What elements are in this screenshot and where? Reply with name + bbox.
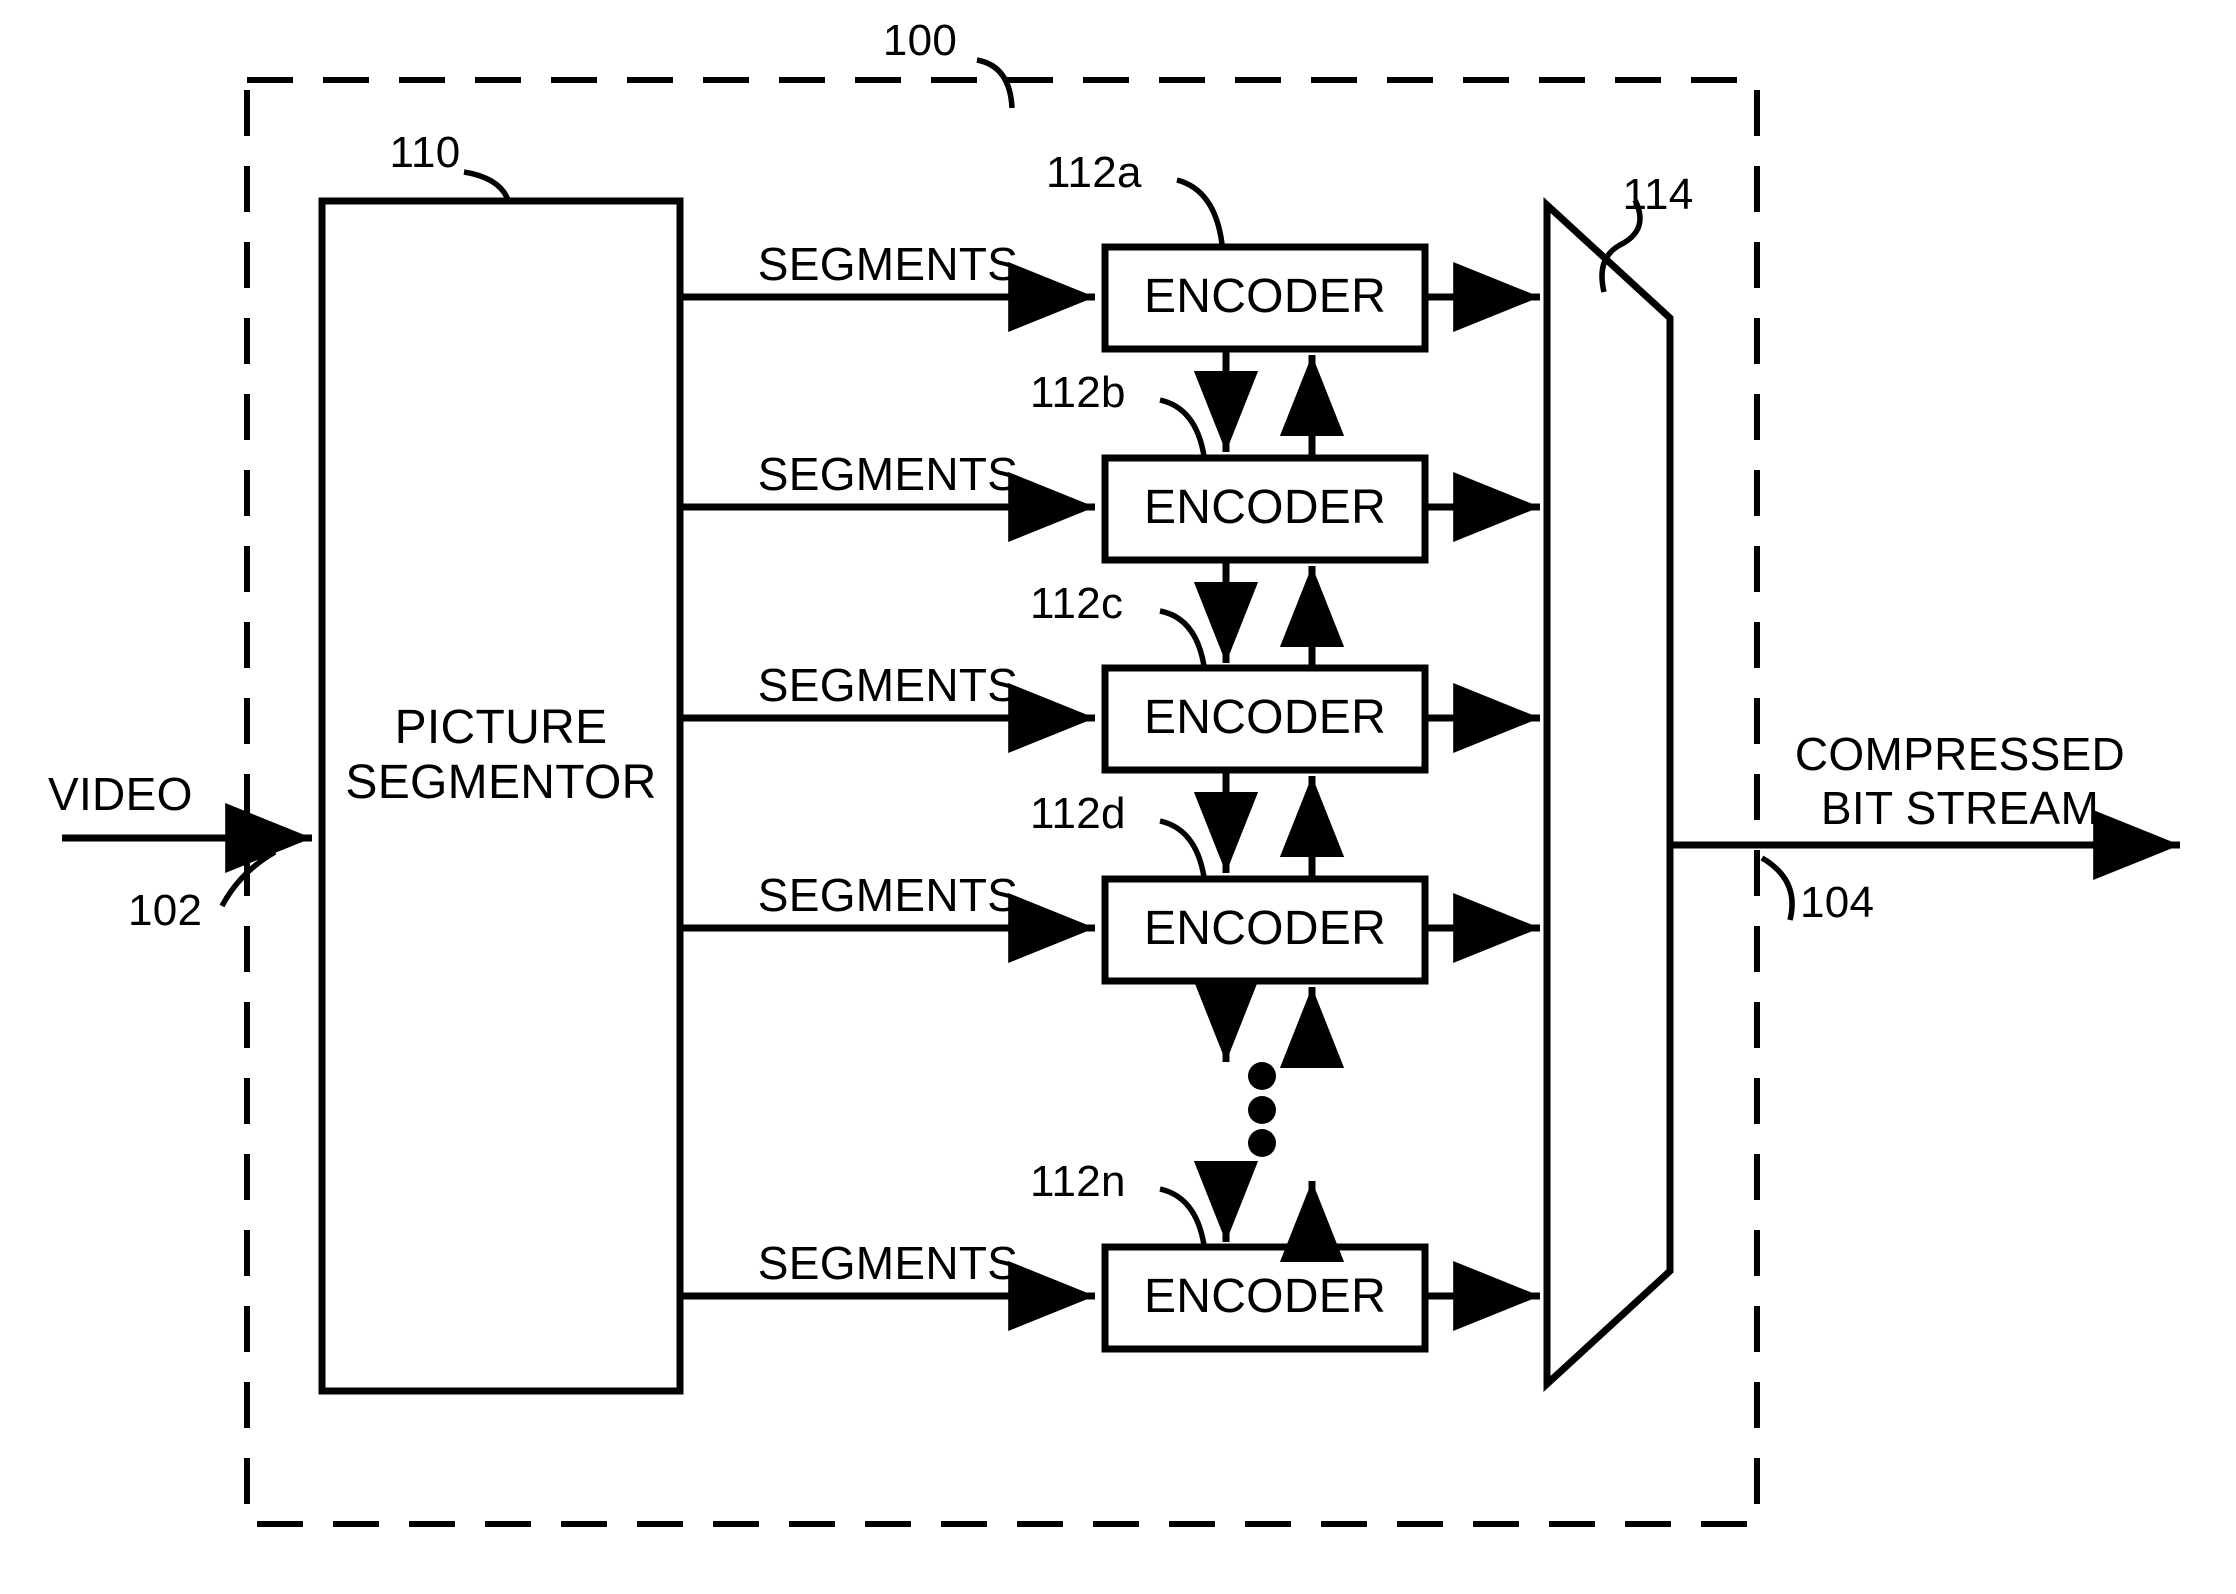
segments-label-a: SEGMENTS: [757, 238, 1019, 290]
ref-112d: 112d: [1030, 789, 1126, 838]
segments-label-c: SEGMENTS: [757, 659, 1019, 711]
ref-112n: 112n: [1030, 1157, 1126, 1206]
multiplexer-block: [1543, 197, 1674, 1392]
encoder-to-mux-connections: [1425, 262, 1541, 1331]
ref-110: 110: [389, 128, 461, 177]
ref-114: 114: [1622, 170, 1694, 219]
bitstream-label-line2: BIT STREAM: [1820, 782, 2100, 834]
segments-label-b: SEGMENTS: [757, 448, 1019, 500]
ref-100: 100: [882, 16, 958, 65]
video-input-label: VIDEO: [48, 768, 193, 820]
encoder-label-d: ENCODER: [1143, 902, 1387, 955]
ref-102: 102: [128, 886, 203, 935]
segments-label-d: SEGMENTS: [757, 869, 1019, 921]
ref-112b: 112b: [1030, 368, 1126, 417]
segments-label-n: SEGMENTS: [757, 1237, 1019, 1289]
encoder-label-c: ENCODER: [1143, 691, 1387, 744]
patent-figure: 100 110 PICTURE SEGMENTOR VIDEO 102 SEGM…: [0, 0, 2236, 1594]
leader-110: [463, 169, 511, 202]
picture-segmentor-label-line1: PICTURE: [394, 701, 608, 754]
encoder-label-b: ENCODER: [1143, 481, 1387, 534]
picture-segmentor-label-line2: SEGMENTOR: [345, 756, 657, 809]
ref-104: 104: [1800, 878, 1875, 927]
bitstream-label-line1: COMPRESSED: [1794, 728, 2126, 780]
ref-112a: 112a: [1046, 148, 1142, 197]
encoder-boxes: [1101, 243, 1429, 1353]
encoder-label-n: ENCODER: [1143, 1270, 1387, 1323]
vertical-ellipsis: [1248, 1062, 1276, 1157]
leader-104: [1760, 855, 1795, 921]
encoder-label-a: ENCODER: [1143, 270, 1387, 323]
leader-100: [976, 57, 1015, 109]
ref-112c: 112c: [1030, 579, 1124, 628]
